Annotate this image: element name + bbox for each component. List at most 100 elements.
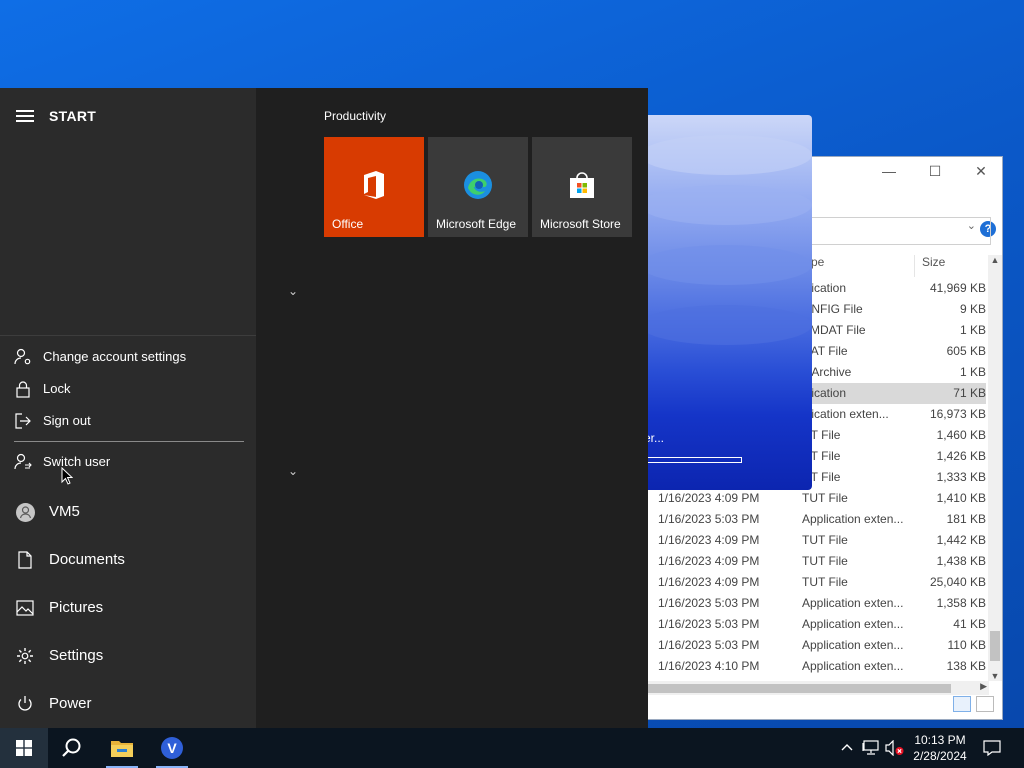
sign-out-icon	[15, 413, 31, 429]
network-status-button[interactable]	[860, 728, 882, 768]
type-cell: TUT File	[802, 554, 848, 568]
vertical-scrollbar[interactable]: ▲ ▼	[988, 255, 1002, 681]
table-row[interactable]: 1/16/2023 5:03 PM Application exten... 110…	[641, 635, 986, 656]
sign-out-item[interactable]: Sign out	[14, 410, 244, 434]
settings-label: Settings	[49, 647, 104, 664]
large-icons-view-icon[interactable]	[976, 696, 994, 712]
scroll-up-icon[interactable]: ▲	[988, 255, 1002, 265]
installer-dialog[interactable]: ) er...	[640, 115, 812, 490]
power-label: Power	[49, 695, 92, 712]
mouse-cursor-icon	[61, 467, 73, 485]
power-button[interactable]: Power	[0, 684, 256, 724]
picture-icon	[16, 600, 34, 616]
table-row[interactable]: 1/16/2023 4:09 PM TUT File 1,442 KB	[641, 530, 986, 551]
scroll-down-icon[interactable]: ▼	[988, 671, 1002, 681]
table-row[interactable]: 1/16/2023 5:03 PM Application exten... 1,3…	[641, 593, 986, 614]
type-cell: Application exten...	[802, 617, 904, 631]
office-tile[interactable]: Office	[324, 137, 424, 237]
decorative-wave	[640, 305, 812, 345]
windows-logo-icon	[16, 740, 32, 756]
details-view-icon[interactable]	[952, 696, 971, 712]
pictures-label: Pictures	[49, 599, 104, 616]
size-cell: 1,410 KB	[936, 491, 986, 505]
volume-button[interactable]	[884, 728, 906, 768]
table-row[interactable]: 1/16/2023 4:09 PM TUT File 1,438 KB	[641, 551, 986, 572]
v-app-icon: V	[161, 737, 183, 759]
hamburger-menu-icon[interactable]	[16, 110, 34, 122]
user-account-button[interactable]: VM5	[0, 492, 256, 532]
type-cell: TUT File	[802, 491, 848, 505]
date-modified-cell: 1/16/2023 5:03 PM	[658, 512, 760, 526]
date-modified-cell: 1/16/2023 5:03 PM	[658, 617, 760, 631]
microsoft-store-tile[interactable]: Microsoft Store	[532, 137, 632, 237]
size-cell: 110 KB	[947, 638, 986, 652]
user-name: VM5	[49, 503, 80, 520]
store-icon	[570, 172, 594, 198]
show-hidden-icons-button[interactable]	[838, 728, 856, 768]
size-cell: 41,969 KB	[929, 281, 986, 295]
search-icon	[62, 738, 81, 757]
installer-progress-bar	[646, 457, 742, 463]
type-cell: plication exten...	[802, 407, 889, 421]
chevron-down-icon[interactable]: ⌄	[288, 284, 298, 298]
change-account-settings-item[interactable]: Change account settings	[14, 346, 244, 370]
office-tile-label: Office	[332, 217, 364, 231]
date-modified-cell: 1/16/2023 4:09 PM	[658, 575, 760, 589]
person-icon	[19, 506, 32, 519]
microsoft-edge-tile[interactable]: Microsoft Edge	[428, 137, 528, 237]
hscroll-thumb[interactable]	[641, 684, 951, 693]
table-row[interactable]: 1/16/2023 4:10 PM Application exten... 138…	[641, 656, 986, 677]
column-header-size[interactable]: Size	[922, 255, 945, 277]
horizontal-scrollbar[interactable]: ▶	[641, 681, 989, 695]
v-app-taskbar-button[interactable]: V	[148, 728, 196, 768]
size-cell: 181 KB	[946, 512, 986, 526]
notifications-button[interactable]	[978, 728, 1006, 768]
size-cell: 605 KB	[946, 344, 986, 358]
date-modified-cell: 1/16/2023 4:09 PM	[658, 491, 760, 505]
size-cell: 9 KB	[959, 302, 986, 316]
gear-icon	[17, 648, 33, 664]
table-row[interactable]: 1/16/2023 4:09 PM TUT File 25,040 KB	[641, 572, 986, 593]
table-row[interactable]: 1/16/2023 5:03 PM Application exten... 41 …	[641, 614, 986, 635]
minimize-icon[interactable]: —	[877, 161, 901, 181]
size-cell: 1,442 KB	[936, 533, 986, 547]
avatar	[16, 503, 35, 522]
flyout-divider	[14, 441, 244, 442]
pictures-button[interactable]: Pictures	[0, 588, 256, 628]
decorative-wave	[640, 185, 812, 225]
maximize-icon[interactable]: ☐	[923, 161, 947, 181]
column-separator[interactable]	[914, 255, 915, 277]
size-cell: 1 KB	[959, 323, 986, 337]
settings-button[interactable]: Settings	[0, 636, 256, 676]
table-row[interactable]: 1/16/2023 4:09 PM TUT File 1,410 KB	[641, 488, 986, 509]
power-icon	[18, 696, 32, 711]
size-cell: 1,333 KB	[936, 470, 986, 484]
switch-user-item[interactable]: Switch user	[14, 451, 244, 475]
lock-label: Lock	[43, 381, 71, 396]
search-button[interactable]	[48, 728, 96, 768]
office-icon	[364, 171, 384, 199]
column-header-type[interactable]: pe	[811, 255, 824, 277]
edge-icon	[464, 171, 492, 199]
close-icon[interactable]: ✕	[969, 161, 993, 181]
chevron-down-icon[interactable]: ⌄	[288, 464, 298, 478]
document-icon	[18, 551, 32, 569]
table-row[interactable]: 1/16/2023 5:03 PM Application exten... 181…	[641, 509, 986, 530]
clock[interactable]: 10:13 PM 2/28/2024	[912, 732, 968, 764]
store-tile-label: Microsoft Store	[540, 217, 621, 231]
start-button[interactable]	[0, 728, 48, 768]
scroll-right-icon[interactable]: ▶	[980, 681, 987, 692]
file-explorer-taskbar-button[interactable]	[98, 728, 146, 768]
person-gear-icon	[14, 348, 31, 365]
clock-time: 10:13 PM	[914, 733, 966, 747]
documents-button[interactable]: Documents	[0, 540, 256, 580]
svg-text:V: V	[167, 740, 177, 756]
type-cell: Application exten...	[802, 596, 904, 610]
chevron-up-icon	[841, 744, 853, 751]
volume-muted-icon	[885, 740, 904, 756]
view-toggle	[951, 696, 994, 715]
date-modified-cell: 1/16/2023 5:03 PM	[658, 638, 760, 652]
documents-label: Documents	[49, 551, 125, 568]
scroll-thumb[interactable]	[990, 631, 1000, 661]
lock-item[interactable]: Lock	[14, 378, 244, 402]
